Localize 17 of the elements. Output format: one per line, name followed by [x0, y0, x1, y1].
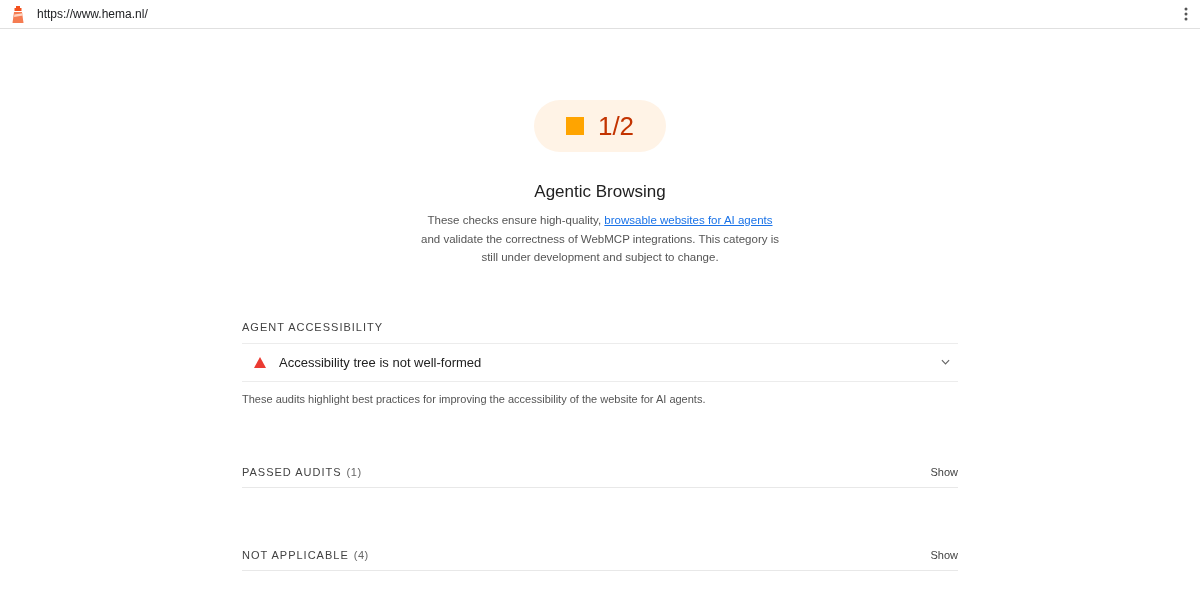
group-description: These audits highlight best practices for improving the accessibility of the website for AI agents.	[242, 392, 707, 405]
show-toggle[interactable]: Show	[930, 548, 958, 561]
category-title: Agentic Browsing	[534, 182, 666, 202]
audit-count: (1)	[346, 465, 362, 478]
group-heading: AGENT ACCESSIBILITY	[242, 320, 385, 335]
category-description: These checks ensure high-quality, browsable websites for AI agents and validate the correctness of WebMCP integrations. This category is still under development and subject to change.	[420, 213, 780, 265]
docs-link[interactable]: browsable websites for AI agents	[604, 214, 773, 226]
group-heading: NOT APPLICABLE	[242, 548, 349, 561]
audit-title: Accessibility tree is not well-formed	[279, 354, 482, 370]
audit-count: (4)	[353, 548, 369, 561]
audit-row[interactable]: Accessibility tree is not well-formed	[242, 342, 958, 382]
more-menu-icon[interactable]	[1184, 7, 1188, 21]
show-toggle[interactable]: Show	[930, 465, 958, 478]
page-url: https://www.hema.nl/	[37, 7, 148, 21]
score-badge: 1/2	[534, 100, 666, 152]
lighthouse-icon	[10, 4, 26, 24]
group-heading: PASSED AUDITS	[242, 465, 342, 478]
